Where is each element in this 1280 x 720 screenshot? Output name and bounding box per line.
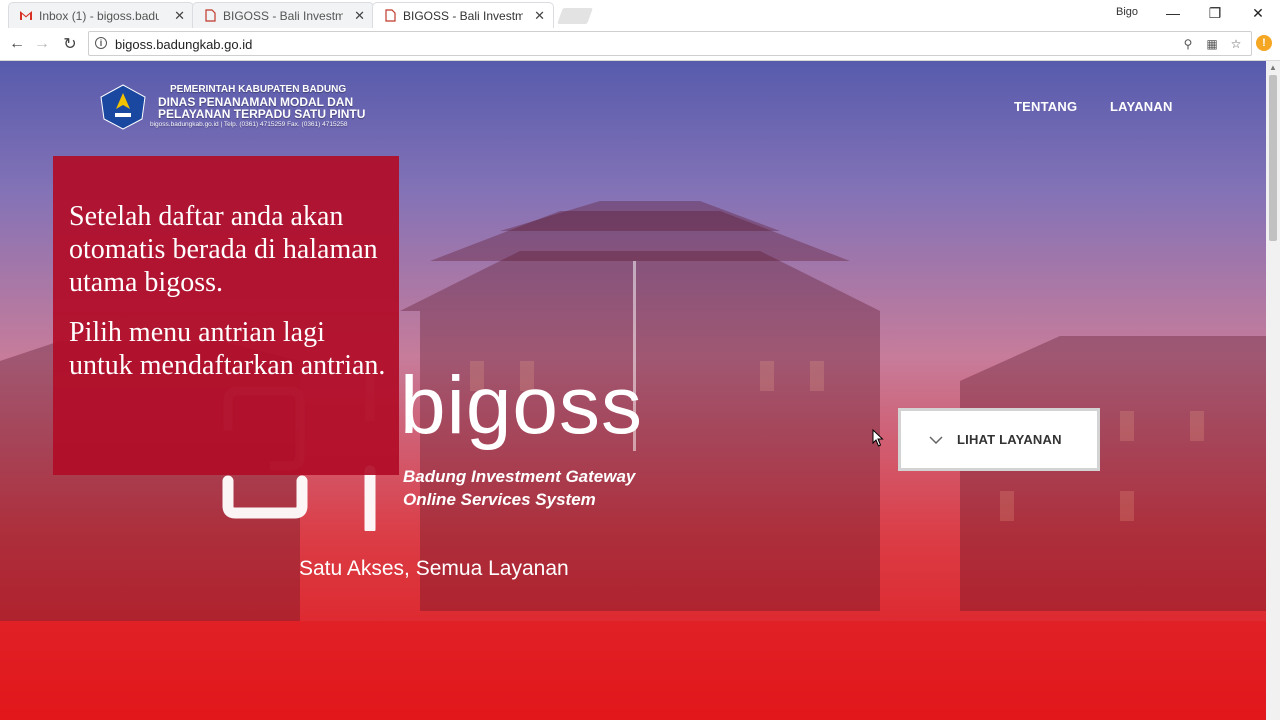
nav-tentang[interactable]: TENTANG (1014, 99, 1077, 114)
tab-title: Inbox (1) - bigoss.badung (39, 8, 159, 23)
translate-icon[interactable]: ▦ (1205, 37, 1219, 51)
browser-tab[interactable]: BIGOSS - Bali Investment ✕ (192, 2, 374, 28)
instruction-text: Setelah daftar anda akan otomatis berada… (69, 200, 394, 399)
browser-tab[interactable]: Inbox (1) - bigoss.badung ✕ (8, 2, 194, 28)
location-pin-icon[interactable]: ⚲ (1181, 37, 1195, 51)
page-icon (383, 9, 397, 23)
cta-label: LIHAT LAYANAN (957, 432, 1062, 447)
address-bar[interactable]: i bigoss.badungkab.go.id ⚲ ▦ ☆ (88, 31, 1252, 56)
forward-icon[interactable]: → (32, 34, 52, 54)
profile-name[interactable]: Bigo (1116, 6, 1138, 18)
gmail-icon (19, 9, 33, 23)
org-line-1: PEMERINTAH KABUPATEN BADUNG (170, 84, 347, 95)
nav-layanan[interactable]: LAYANAN (1110, 99, 1173, 114)
restore-icon[interactable]: ❐ (1195, 2, 1235, 24)
tab-title: BIGOSS - Bali Investment (403, 8, 523, 23)
info-icon[interactable]: i (95, 37, 107, 49)
scrollbar-thumb[interactable] (1269, 75, 1277, 241)
org-contact: bigoss.badungkab.go.id | Telp. (0361) 47… (150, 121, 348, 128)
brand-wordmark: bigoss (400, 360, 644, 451)
browser-tab-strip: Inbox (1) - bigoss.badung ✕ BIGOSS - Bal… (0, 0, 1280, 28)
instruction-paragraph-1: Setelah daftar anda akan otomatis berada… (69, 201, 378, 298)
bookmark-star-icon[interactable]: ☆ (1229, 37, 1243, 51)
browser-toolbar: ← → ↻ i bigoss.badungkab.go.id ⚲ ▦ ☆ (0, 28, 1280, 61)
back-icon[interactable]: ← (7, 34, 27, 54)
extension-warning-icon[interactable]: ! (1256, 35, 1272, 51)
hero-slogan: Satu Akses, Semua Layanan (299, 557, 569, 580)
scroll-up-icon[interactable]: ▲ (1269, 63, 1277, 72)
tab-title: BIGOSS - Bali Investment (223, 8, 343, 23)
close-tab-icon[interactable]: ✕ (174, 8, 185, 24)
minimize-icon[interactable]: — (1153, 2, 1193, 24)
browser-tab-active[interactable]: BIGOSS - Bali Investment ✕ (372, 2, 554, 28)
org-line-3: PELAYANAN TERPADU SATU PINTU (158, 107, 366, 121)
hero-section: PEMERINTAH KABUPATEN BADUNG DINAS PENANA… (0, 61, 1266, 720)
mouse-cursor-icon (872, 429, 884, 447)
tagline-line-2: Online Services System (403, 490, 596, 509)
close-window-icon[interactable]: ✕ (1238, 2, 1278, 24)
reload-icon[interactable]: ↻ (60, 34, 80, 54)
page-icon (203, 9, 217, 23)
instruction-paragraph-2: Pilih menu antrian lagi untuk mendaftark… (69, 317, 386, 381)
page-scrollbar[interactable]: ▲ (1266, 61, 1280, 720)
close-tab-icon[interactable]: ✕ (534, 8, 545, 24)
close-tab-icon[interactable]: ✕ (354, 8, 365, 24)
badung-emblem-icon (100, 84, 146, 130)
tagline-line-1: Badung Investment Gateway (403, 467, 636, 486)
chevron-down-icon (929, 433, 943, 447)
address-url[interactable]: bigoss.badungkab.go.id (115, 37, 252, 52)
new-tab-button[interactable] (557, 8, 593, 24)
lihat-layanan-button[interactable]: LIHAT LAYANAN (898, 408, 1100, 471)
instruction-overlay: Setelah daftar anda akan otomatis berada… (53, 156, 399, 475)
